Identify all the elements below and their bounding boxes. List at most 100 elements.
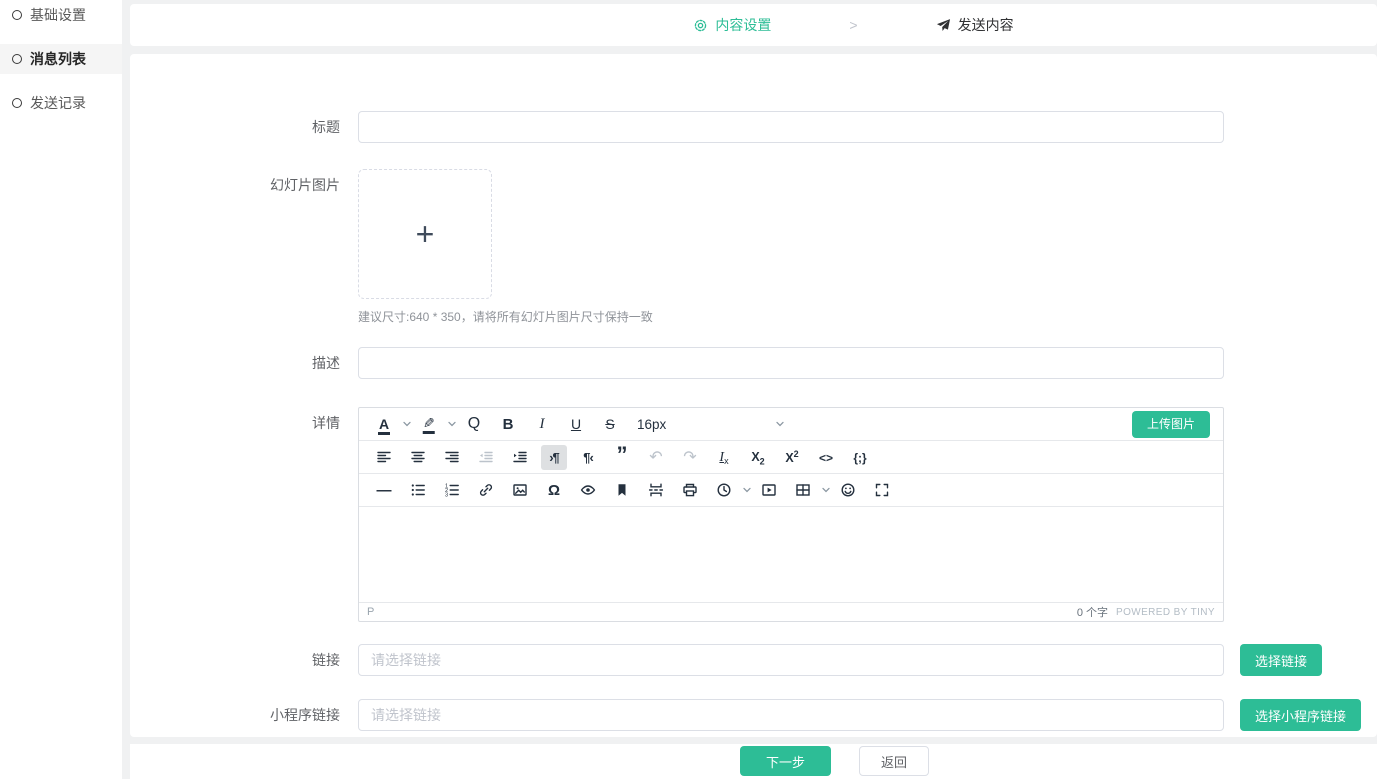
sidebar-item-label: 基础设置: [30, 5, 86, 25]
rich-text-editor: A✎QBIUS16px上传图片 ›¶¶‹”↶↷IxX2X2<>{;} —123Ω…: [358, 407, 1224, 622]
chevron-down-icon[interactable]: [402, 419, 412, 429]
superscript-button[interactable]: X2: [779, 445, 805, 470]
image-upload-dropzone[interactable]: +: [358, 169, 492, 299]
miniprogram-link-input[interactable]: [358, 699, 1224, 731]
preview-button[interactable]: [575, 478, 601, 503]
chevron-down-icon[interactable]: [821, 485, 831, 495]
code-button[interactable]: <>: [813, 445, 839, 470]
ltr-icon: ›¶: [549, 449, 559, 466]
italic-button[interactable]: I: [529, 412, 555, 437]
ltr-button[interactable]: ›¶: [541, 445, 567, 470]
indent-icon: [512, 449, 528, 465]
search-replace-button[interactable]: Q: [461, 412, 487, 437]
text-color-button[interactable]: A: [371, 412, 397, 437]
gear-icon: [693, 18, 708, 33]
tiny-brand[interactable]: POWERED BY TINY: [1116, 607, 1215, 618]
code-icon: <>: [819, 449, 833, 466]
next-step-button[interactable]: 下一步: [740, 746, 831, 776]
text-color-icon: A: [378, 416, 390, 433]
fullscreen-button[interactable]: [869, 478, 895, 503]
editor-content-area[interactable]: [359, 507, 1223, 602]
choose-miniprogram-link-button[interactable]: 选择小程序链接: [1240, 699, 1361, 731]
step-1[interactable]: 内容设置: [693, 15, 771, 35]
page-break-icon: [648, 482, 664, 498]
indent-button[interactable]: [507, 445, 533, 470]
outdent-icon: [478, 449, 494, 465]
subscript-button[interactable]: X2: [745, 445, 771, 470]
upload-hint: 建议尺寸:640 * 350，请将所有幻灯片图片尺寸保持一致: [358, 308, 1224, 325]
eye-icon: [580, 482, 596, 498]
print-button[interactable]: [677, 478, 703, 503]
link-input[interactable]: [358, 644, 1224, 676]
table-icon: [795, 482, 811, 498]
align-right-icon: [444, 449, 460, 465]
font-size-select[interactable]: 16px: [637, 417, 785, 432]
link-button[interactable]: [473, 478, 499, 503]
strikethrough-button[interactable]: S: [597, 412, 623, 437]
align-center-button[interactable]: [405, 445, 431, 470]
align-right-button[interactable]: [439, 445, 465, 470]
underline-icon: U: [571, 416, 581, 433]
fullscreen-icon: [874, 482, 890, 498]
stepper-bar: 内容设置>发送内容: [130, 4, 1377, 46]
step-label: 发送内容: [958, 15, 1014, 35]
align-left-icon: [376, 449, 392, 465]
sidebar-item-1[interactable]: 消息列表: [0, 44, 122, 74]
align-left-button[interactable]: [371, 445, 397, 470]
background-color-button[interactable]: ✎: [416, 412, 442, 437]
bookmark-icon: [614, 482, 630, 498]
blockquote-icon: ”: [617, 449, 628, 466]
miniprogram-link-label: 小程序链接: [130, 699, 350, 731]
bullet-list-icon: [410, 482, 426, 498]
chevron-down-icon[interactable]: [447, 419, 457, 429]
horizontal-rule-button[interactable]: —: [371, 478, 397, 503]
insert-image-button[interactable]: [507, 478, 533, 503]
element-path[interactable]: P: [367, 606, 374, 618]
emoticons-button[interactable]: [835, 478, 861, 503]
rtl-button[interactable]: ¶‹: [575, 445, 601, 470]
highlighter-icon: ✎: [423, 415, 435, 434]
sidebar-item-label: 消息列表: [30, 49, 86, 69]
align-center-icon: [410, 449, 426, 465]
title-label: 标题: [130, 111, 350, 143]
chevron-down-icon: [775, 419, 785, 429]
code-sample-icon: {;}: [853, 449, 866, 466]
steps: 内容设置>发送内容: [693, 15, 1013, 35]
form-card: 标题 幻灯片图片 + 建议尺寸:640 * 350，请将所有幻灯片图片尺寸保持一…: [130, 54, 1377, 737]
radio-circle-icon: [12, 54, 22, 64]
insert-datetime-button[interactable]: [711, 478, 737, 503]
underline-button[interactable]: U: [563, 412, 589, 437]
print-icon: [682, 482, 698, 498]
title-input[interactable]: [358, 111, 1224, 143]
sidebar-item-0[interactable]: 基础设置: [0, 0, 122, 30]
description-input[interactable]: [358, 347, 1224, 379]
choose-link-button[interactable]: 选择链接: [1240, 644, 1322, 676]
bullet-list-button[interactable]: [405, 478, 431, 503]
blockquote-button[interactable]: ”: [609, 445, 635, 470]
editor-toolbar-row1: A ✎ Q BIUS 16px 上传图片: [359, 408, 1223, 441]
redo-button: ↷: [677, 445, 703, 470]
insert-media-button[interactable]: [756, 478, 782, 503]
editor-toolbar-row2: ›¶¶‹”↶↷IxX2X2<>{;}: [359, 441, 1223, 474]
chevron-down-icon[interactable]: [742, 485, 752, 495]
superscript-icon: X2: [785, 448, 798, 465]
special-character-button[interactable]: Ω: [541, 478, 567, 503]
table-button[interactable]: [790, 478, 816, 503]
bold-button[interactable]: B: [495, 412, 521, 437]
numbered-list-button[interactable]: 123: [439, 478, 465, 503]
app-window: 基础设置消息列表发送记录 内容设置>发送内容 标题 幻灯片图片 + 建议尺寸:6…: [0, 0, 1377, 779]
clear-formatting-button[interactable]: Ix: [711, 445, 737, 470]
upload-image-button[interactable]: 上传图片: [1132, 411, 1210, 438]
search-icon: Q: [468, 415, 480, 433]
anchor-button[interactable]: [609, 478, 635, 503]
image-icon: [512, 482, 528, 498]
bold-icon: B: [503, 416, 514, 433]
sidebar-item-2[interactable]: 发送记录: [0, 88, 122, 118]
back-button[interactable]: 返回: [859, 746, 929, 776]
step-2[interactable]: 发送内容: [936, 15, 1014, 35]
editor-statusbar: P 0 个字 POWERED BY TINY: [359, 602, 1223, 621]
code-sample-button[interactable]: {;}: [847, 445, 873, 470]
radio-circle-icon: [12, 10, 22, 20]
page-break-button[interactable]: [643, 478, 669, 503]
numbered-list-icon: 123: [444, 482, 460, 498]
